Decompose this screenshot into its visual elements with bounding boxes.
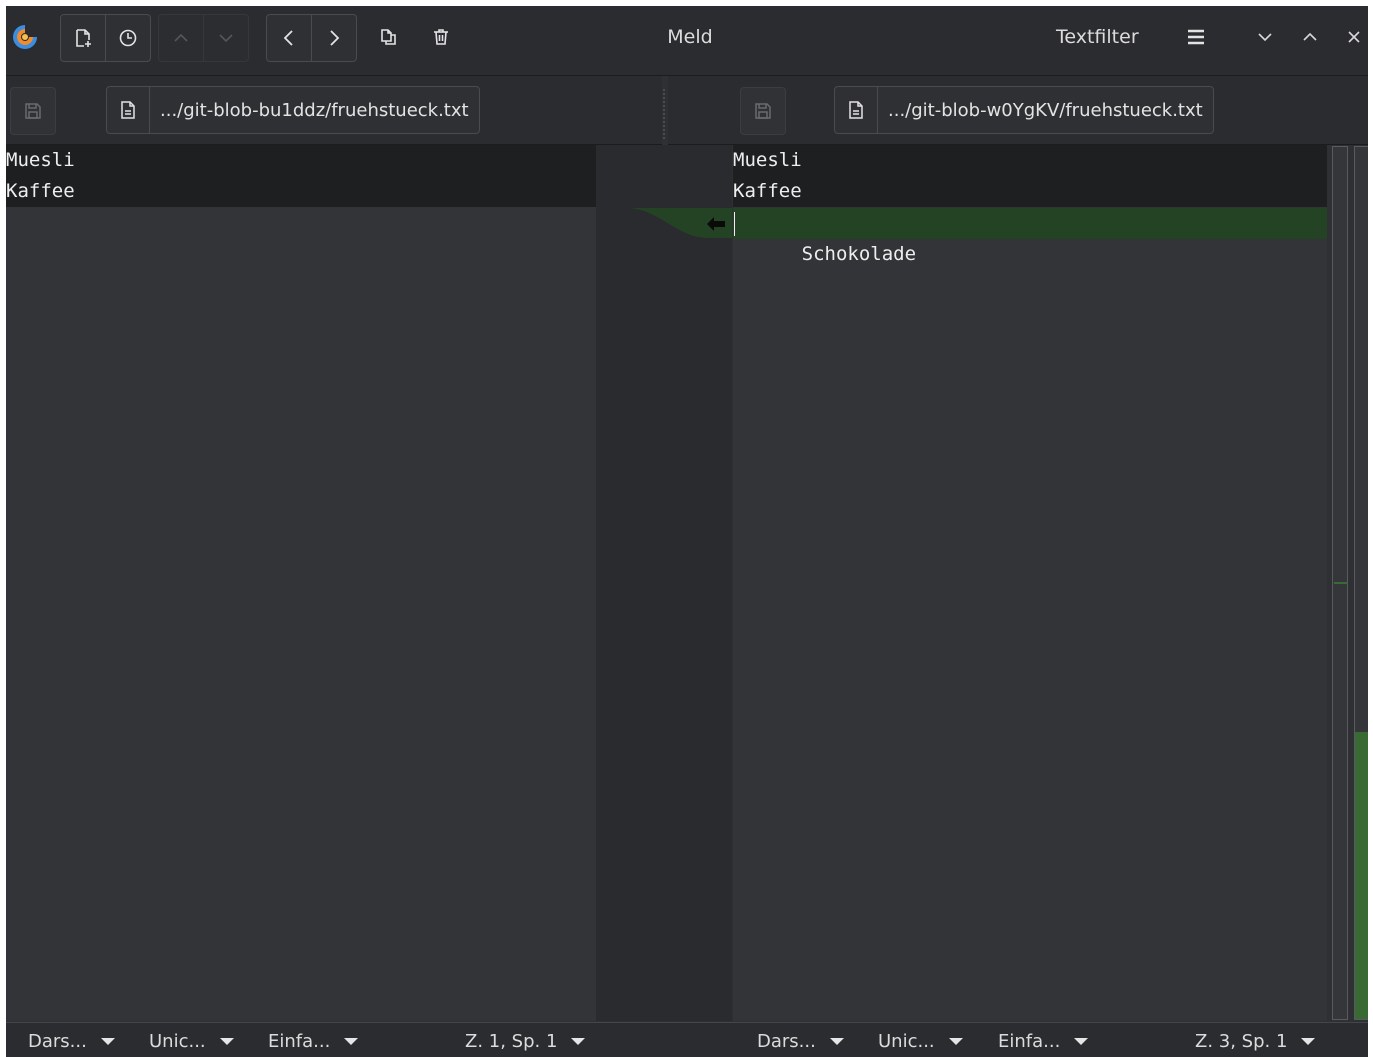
dropdown-arrow-icon — [100, 1038, 115, 1045]
right-overview-track[interactable] — [1354, 146, 1368, 1020]
left-text-pane[interactable]: Muesli Kaffee — [6, 145, 596, 1021]
left-syntax-label: Dars... — [28, 1031, 87, 1052]
diff-link-gutter — [596, 145, 732, 1021]
right-save-button[interactable] — [740, 87, 786, 135]
right-encoding-label: Unic... — [878, 1031, 935, 1052]
left-save-button[interactable] — [10, 87, 56, 135]
left-file-path[interactable]: .../git-blob-bu1ddz/fruehstueck.txt — [150, 87, 479, 133]
dropdown-arrow-icon — [948, 1038, 963, 1045]
hamburger-menu-icon — [1188, 29, 1204, 45]
text-cursor — [734, 212, 735, 236]
delete-button[interactable] — [419, 14, 463, 60]
right-line-1[interactable]: Muesli — [733, 145, 1327, 176]
previous-change-button[interactable] — [159, 15, 204, 61]
dropdown-arrow-icon — [829, 1038, 844, 1045]
chevron-down-icon — [219, 34, 233, 43]
clock-icon — [119, 29, 137, 47]
main-menu-button[interactable] — [1174, 14, 1218, 60]
minimize-button[interactable] — [1248, 20, 1282, 54]
right-line-3-text: Schokolade — [801, 243, 917, 265]
close-icon — [1348, 31, 1360, 43]
right-file-path[interactable]: .../git-blob-w0YgKV/fruehstueck.txt — [878, 87, 1213, 133]
insert-chunk-connector — [626, 208, 732, 238]
save-icon — [25, 103, 41, 119]
maximize-button[interactable] — [1293, 20, 1327, 54]
dropdown-arrow-icon — [219, 1038, 234, 1045]
change-marker — [1334, 582, 1348, 584]
right-line-2[interactable]: Kaffee — [733, 176, 1327, 207]
save-icon — [755, 103, 771, 119]
change-nav-group — [158, 14, 249, 62]
status-bar: Dars... Unic... Einfa... Z. 1, Sp. 1 Dar… — [6, 1022, 1368, 1057]
right-file-open-button[interactable] — [835, 87, 878, 133]
copy-icon — [381, 29, 396, 45]
right-syntax-selector[interactable]: Dars... — [757, 1031, 844, 1052]
pane-divider-grip[interactable] — [663, 89, 667, 139]
chevron-left-icon — [283, 30, 293, 46]
textfilter-button[interactable]: Textfilter — [1056, 26, 1139, 48]
insert-region-marker — [1355, 732, 1368, 1019]
recent-comparisons-button[interactable] — [106, 15, 150, 61]
previous-conflict-button[interactable] — [267, 15, 312, 61]
left-file-bar: .../git-blob-bu1ddz/fruehstueck.txt — [6, 76, 662, 145]
trash-icon — [434, 29, 448, 45]
left-file-chooser[interactable]: .../git-blob-bu1ddz/fruehstueck.txt — [106, 86, 480, 134]
window-title: Meld — [667, 26, 713, 48]
chevron-up-icon — [174, 33, 188, 42]
dropdown-arrow-icon — [1074, 1038, 1089, 1045]
file-icon — [121, 101, 135, 119]
next-conflict-button[interactable] — [312, 15, 356, 61]
left-cursor-position[interactable]: Z. 1, Sp. 1 — [465, 1031, 586, 1052]
left-syntax-selector[interactable]: Dars... — [28, 1031, 115, 1052]
right-line-3-inserted[interactable]: Schokolade — [733, 208, 1327, 265]
diff-overview-map[interactable] — [1327, 145, 1368, 1021]
dropdown-arrow-icon — [344, 1038, 359, 1045]
right-cursor-position[interactable]: Z. 3, Sp. 1 — [1195, 1031, 1316, 1052]
left-insert-mode-selector[interactable]: Einfa... — [268, 1031, 359, 1052]
left-position-label: Z. 1, Sp. 1 — [465, 1031, 558, 1052]
left-encoding-selector[interactable]: Unic... — [149, 1031, 234, 1052]
maximize-icon — [1303, 32, 1317, 41]
left-insert-mode-label: Einfa... — [268, 1031, 331, 1052]
conflict-nav-group — [266, 14, 357, 62]
file-actions-group — [60, 14, 151, 62]
left-encoding-label: Unic... — [149, 1031, 206, 1052]
right-file-bar: .../git-blob-w0YgKV/fruehstueck.txt — [668, 76, 1368, 145]
minimize-icon — [1258, 33, 1272, 42]
next-change-button[interactable] — [204, 15, 248, 61]
dropdown-arrow-icon — [571, 1038, 586, 1045]
arrow-left-icon[interactable] — [706, 216, 726, 232]
new-comparison-icon — [76, 29, 91, 47]
header-bar: Meld Textfilter — [6, 6, 1368, 76]
right-syntax-label: Dars... — [757, 1031, 816, 1052]
close-button[interactable] — [1337, 20, 1368, 54]
dropdown-arrow-icon — [1301, 1038, 1316, 1045]
new-comparison-button[interactable] — [61, 15, 106, 61]
meld-window: Meld Textfilter .../git-blob-bu1ddz/frue… — [6, 6, 1368, 1057]
left-line-1[interactable]: Muesli — [6, 145, 596, 176]
left-line-2[interactable]: Kaffee — [6, 176, 596, 207]
right-text-pane[interactable]: Muesli Kaffee Schokolade — [733, 145, 1327, 1021]
meld-logo-icon — [13, 25, 37, 49]
copy-button[interactable] — [366, 14, 410, 60]
right-insert-mode-selector[interactable]: Einfa... — [998, 1031, 1089, 1052]
right-position-label: Z. 3, Sp. 1 — [1195, 1031, 1288, 1052]
right-file-chooser[interactable]: .../git-blob-w0YgKV/fruehstueck.txt — [834, 86, 1214, 134]
chevron-right-icon — [330, 30, 340, 46]
left-file-open-button[interactable] — [107, 87, 150, 133]
file-icon — [849, 101, 863, 119]
right-insert-mode-label: Einfa... — [998, 1031, 1061, 1052]
right-encoding-selector[interactable]: Unic... — [878, 1031, 963, 1052]
